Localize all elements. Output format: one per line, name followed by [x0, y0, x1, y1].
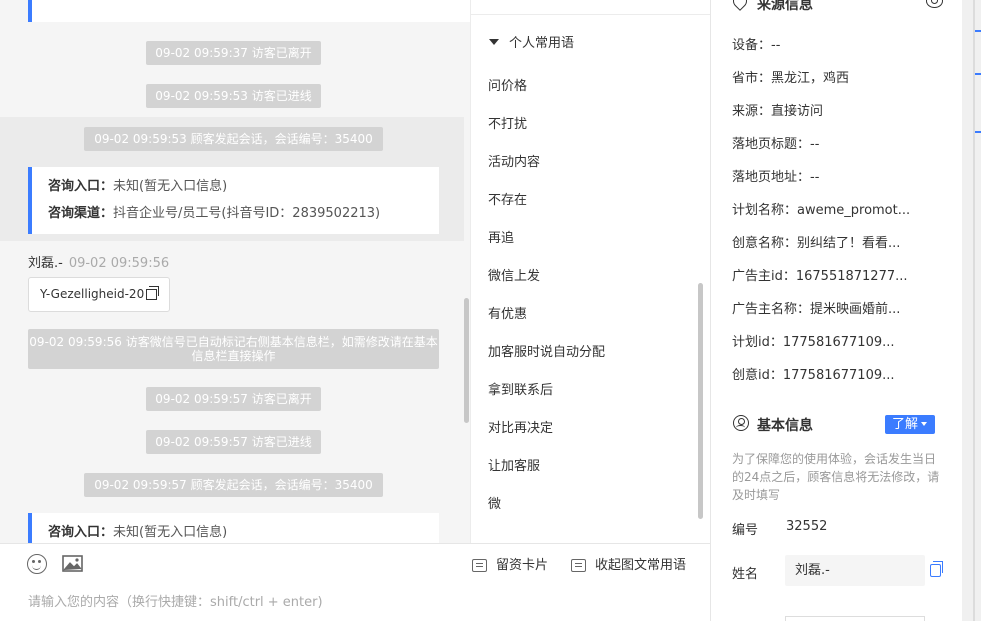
message-sender: 刘磊.- 09-02 09:59:56 [28, 252, 169, 271]
consult-info-card: 咨询入口：未知(暂无入口信息) 咨询渠道：抖音企业号/员工号(抖音号ID：283… [28, 167, 439, 234]
edge-marker [975, 73, 981, 75]
visitor-info-pane: 来源信息 设备：-- 省市：黑龙江，鸡西 来源：直接访问 落地页标题：-- 落地… [710, 0, 970, 621]
system-message: 09-02 09:59:57 访客已进线 [146, 430, 321, 454]
image-icon[interactable] [62, 555, 83, 572]
edit-deadline-notice: 为了保障您的使用体验，会话发生当日的24点之后，顾客信息将无法修改，请及时填写 [732, 452, 940, 502]
quick-replies-pane: 个人常用语 问价格 不打扰 活动内容 不存在 再追 微信上发 有优惠 加客服时说… [470, 0, 711, 543]
quick-reply-item[interactable]: 对比再决定 [488, 417, 553, 436]
copy-icon[interactable] [930, 561, 943, 577]
message-input[interactable] [28, 592, 668, 612]
quick-reply-item[interactable]: 微 [488, 493, 501, 512]
quick-replies-group-toggle[interactable]: 个人常用语 [489, 32, 574, 51]
source-info-row: 来源：直接访问 [732, 104, 824, 119]
caret-down-icon [921, 422, 928, 426]
entry-value: 未知(暂无入口信息) [113, 525, 228, 540]
quick-reply-item[interactable]: 活动内容 [488, 151, 540, 170]
divider [973, 0, 975, 621]
learn-more-label: 了解 [892, 417, 919, 432]
next-field[interactable] [785, 616, 925, 621]
source-info-row: 广告主名称：提米映画婚前... [732, 302, 901, 317]
edge-marker [975, 30, 981, 32]
chat-pane[interactable]: 09-02 09:59:37 访客已离开 09-02 09:59:53 访客已进… [0, 0, 470, 543]
caret-down-icon [489, 39, 499, 45]
collapse-quick-replies-label: 收起图文常用语 [595, 558, 687, 573]
channel-label: 咨询渠道： [48, 206, 114, 221]
quick-replies-group-title: 个人常用语 [509, 36, 575, 51]
system-message: 09-02 09:59:53 顾客发起会话，会话编号：35400 [84, 127, 383, 151]
emoji-icon[interactable] [27, 554, 47, 574]
quick-reply-item[interactable]: 加客服时说自动分配 [488, 341, 605, 360]
source-info-row: 设备：-- [732, 38, 781, 53]
source-info-row: 计划id：177581677109... [732, 335, 895, 350]
sender-time: 09-02 09:59:56 [68, 256, 170, 271]
chat-scrollbar[interactable] [464, 298, 469, 423]
message-icon [571, 559, 586, 572]
source-info-row: 落地页地址：-- [732, 170, 820, 185]
name-label: 姓名 [732, 567, 759, 582]
lead-card-button[interactable]: 留资卡片 [472, 557, 548, 575]
system-message: 09-02 09:59:53 访客已进线 [146, 84, 321, 108]
quick-reply-item[interactable]: 有优惠 [488, 303, 527, 322]
system-message: 09-02 09:59:37 访客已离开 [146, 41, 321, 65]
quick-reply-item[interactable]: 不打扰 [488, 113, 527, 132]
message-bubble[interactable]: Y-Gezelligheid-20 [28, 277, 170, 312]
source-info-row: 广告主id：167551871277... [732, 269, 908, 284]
source-info-row: 计划名称：aweme_promot... [732, 203, 911, 218]
source-info-row: 省市：黑龙江，鸡西 [732, 71, 850, 86]
entry-label: 咨询入口： [48, 179, 114, 194]
collapse-quick-replies-button[interactable]: 收起图文常用语 [571, 557, 686, 575]
edge-marker [975, 131, 981, 133]
quick-reply-item[interactable]: 不存在 [488, 189, 527, 208]
quick-reply-item[interactable]: 问价格 [488, 75, 527, 94]
sender-name: 刘磊.- [28, 256, 63, 271]
copy-icon[interactable] [146, 286, 159, 300]
eye-icon[interactable] [926, 0, 943, 8]
id-value: 32552 [786, 519, 828, 534]
system-message: 09-02 09:59:57 顾客发起会话，会话编号：35400 [84, 473, 383, 497]
previous-info-card [28, 0, 470, 22]
divider [471, 14, 711, 15]
user-icon [733, 415, 749, 431]
quick-reply-item[interactable]: 微信上发 [488, 265, 540, 284]
system-message: 09-02 09:59:57 访客已离开 [146, 387, 321, 411]
system-notice: 09-02 09:59:56 访客微信号已自动标记右侧基本信息栏，如需修改请在基… [28, 329, 439, 369]
source-info-row: 创意id：177581677109... [732, 368, 895, 383]
entry-label: 咨询入口： [48, 525, 114, 540]
entry-value: 未知(暂无入口信息) [113, 179, 228, 194]
quick-reply-item[interactable]: 拿到联系后 [488, 379, 553, 398]
message-text: Y-Gezelligheid-20 [40, 287, 145, 301]
quick-replies-scrollbar[interactable] [698, 283, 703, 519]
quick-reply-item[interactable]: 再追 [488, 227, 514, 246]
card-icon [472, 559, 487, 572]
consult-info-card: 咨询入口：未知(暂无入口信息) [28, 513, 439, 543]
source-info-row: 落地页标题：-- [732, 137, 820, 152]
channel-value: 抖音企业号/员工号(抖音号ID：2839502213) [113, 206, 381, 221]
learn-more-button[interactable]: 了解 [885, 415, 935, 434]
id-label: 编号 [732, 523, 759, 538]
basic-info-title: 基本信息 [757, 418, 813, 434]
lead-card-label: 留资卡片 [496, 558, 549, 573]
source-info-title: 来源信息 [757, 0, 813, 13]
source-info-row: 创意名称：别纠结了！看看... [732, 236, 901, 251]
location-icon [730, 0, 750, 11]
adjacent-window-edge [962, 0, 981, 621]
message-composer: 留资卡片 收起图文常用语 [0, 543, 710, 621]
name-field[interactable]: 刘磊.- [785, 555, 925, 586]
quick-reply-item[interactable]: 让加客服 [488, 455, 540, 474]
